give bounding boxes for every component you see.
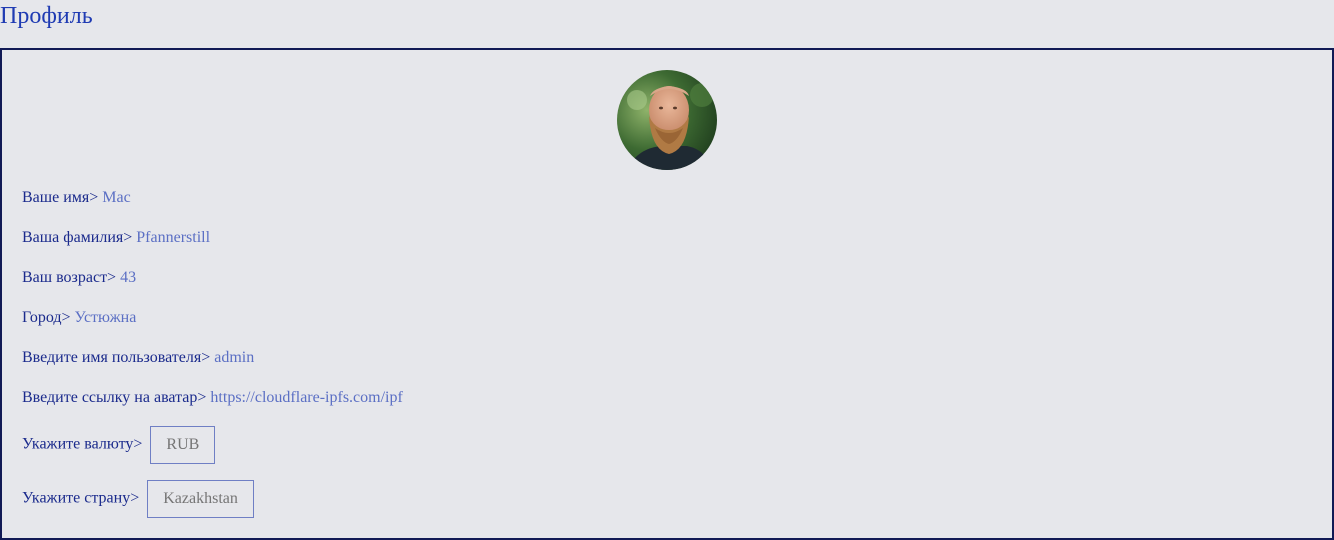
field-currency: Укажите валюту> [22, 426, 216, 464]
field-username: Введите имя пользователя> admin [22, 348, 254, 368]
field-city: Город> Устюжна [22, 308, 136, 328]
field-surname: Ваша фамилия> Pfannerstill [22, 228, 210, 248]
field-name-value[interactable]: Mac [102, 189, 130, 206]
field-city-value[interactable]: Устюжна [75, 309, 137, 326]
field-avatar-link: Введите ссылку на аватар> https://cloudf… [22, 388, 403, 408]
field-name-label: Ваше имя> [22, 189, 99, 206]
field-currency-label: Укажите валюту> [22, 435, 143, 453]
field-username-value[interactable]: admin [214, 349, 254, 366]
field-surname-label: Ваша фамилия> [22, 229, 133, 246]
currency-input[interactable] [150, 426, 216, 464]
field-city-label: Город> [22, 309, 71, 326]
field-surname-value[interactable]: Pfannerstill [136, 229, 210, 246]
field-avatar-link-label: Введите ссылку на аватар> [22, 389, 207, 406]
field-avatar-link-value[interactable]: https://cloudflare-ipfs.com/ipf [210, 389, 402, 406]
page-title: Профиль [0, 3, 93, 29]
field-age-label: Ваш возраст> [22, 269, 117, 286]
field-country: Укажите страну> [22, 480, 255, 518]
field-name: Ваше имя> Mac [22, 188, 131, 208]
field-age-value[interactable]: 43 [120, 269, 136, 286]
field-country-label: Укажите страну> [22, 489, 140, 507]
profile-card: Ваше имя> Mac Ваша фамилия> Pfannerstill… [0, 48, 1334, 540]
avatar-image [617, 70, 717, 170]
field-age: Ваш возраст> 43 [22, 268, 136, 288]
avatar [617, 70, 717, 170]
field-username-label: Введите имя пользователя> [22, 349, 211, 366]
country-input[interactable] [147, 480, 255, 518]
